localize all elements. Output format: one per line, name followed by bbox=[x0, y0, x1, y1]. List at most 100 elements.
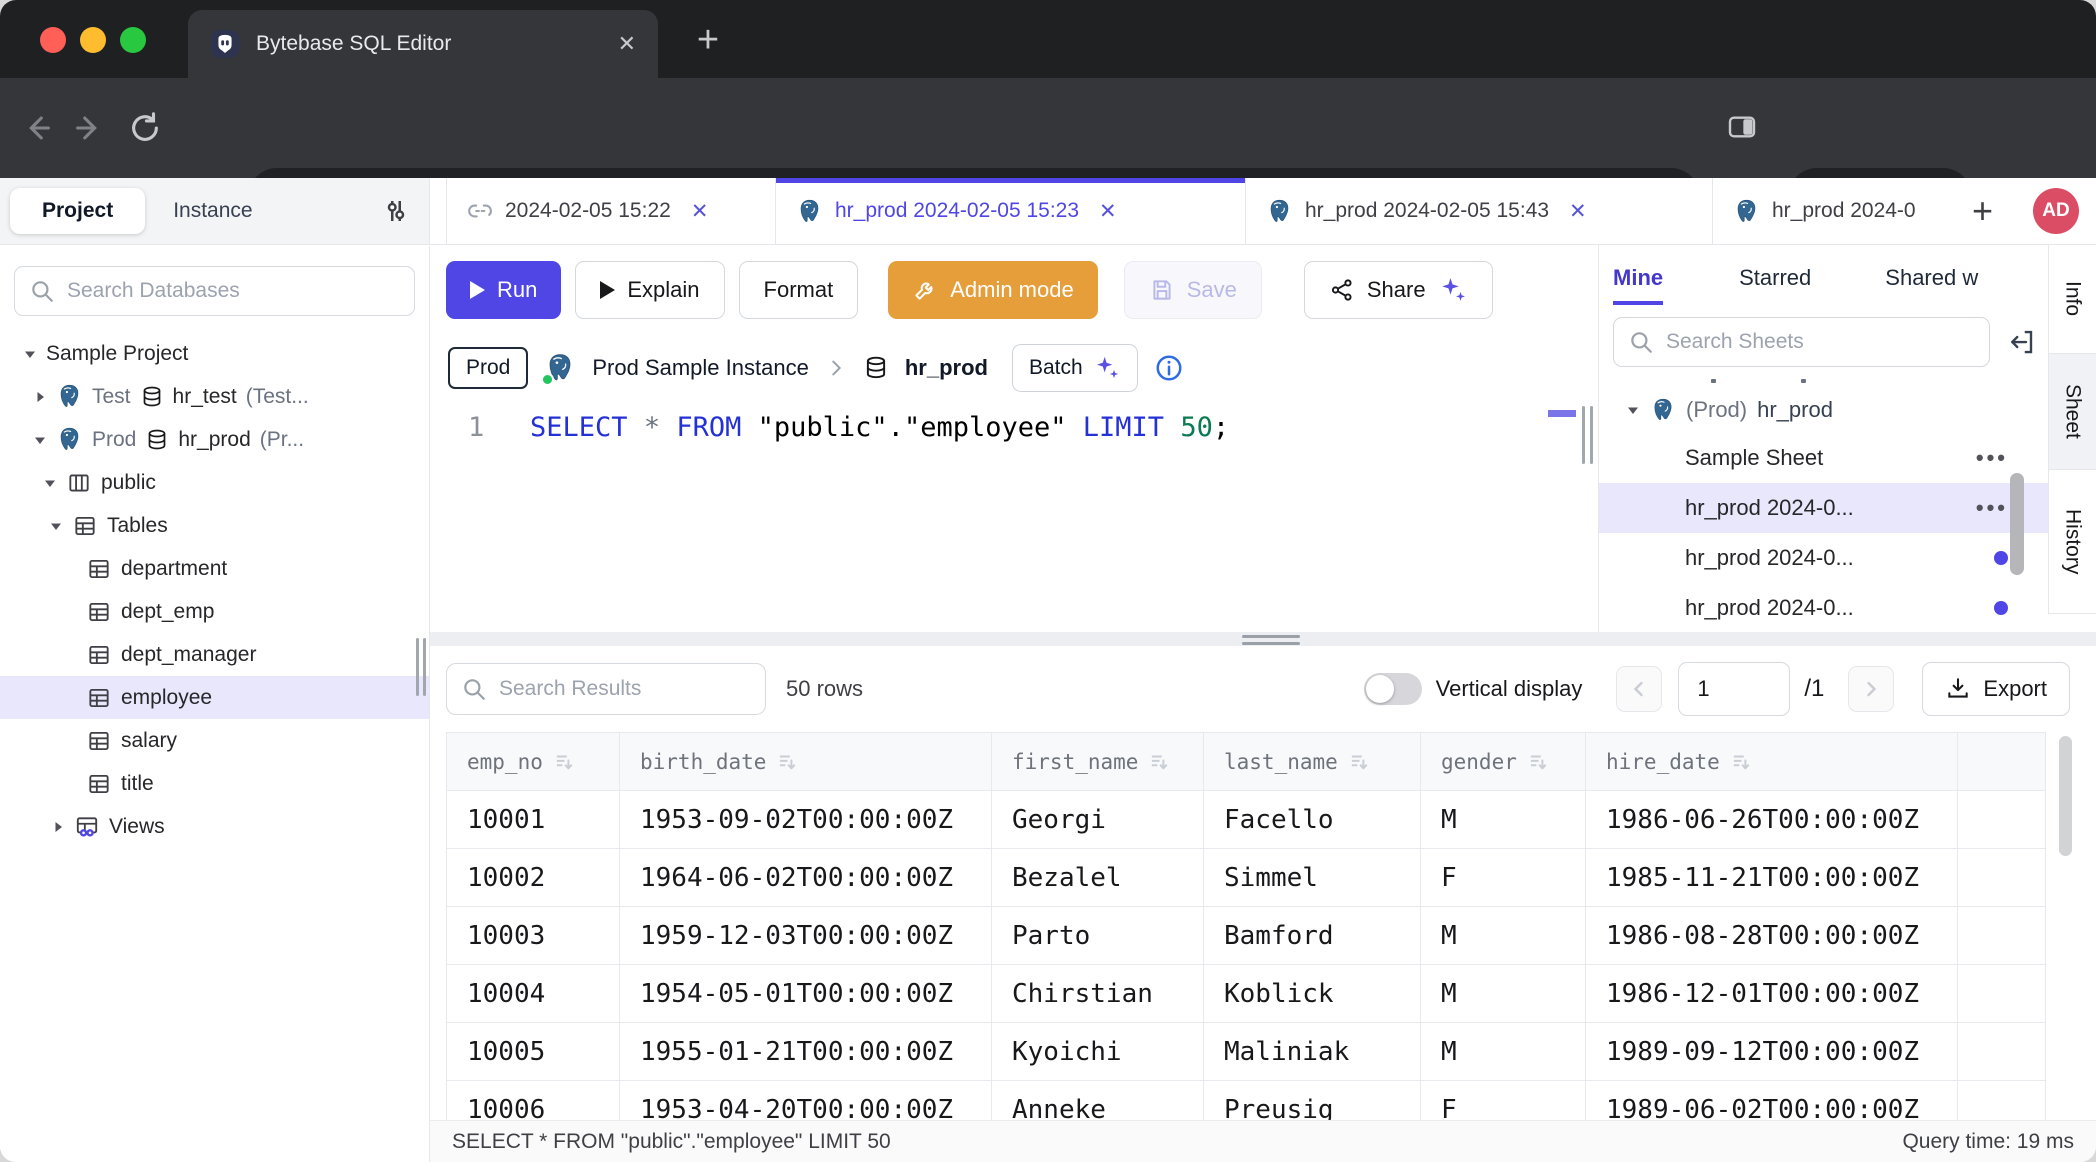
caret-right-icon[interactable] bbox=[50, 820, 65, 834]
caret-right-icon[interactable] bbox=[32, 390, 47, 404]
format-button[interactable]: Format bbox=[739, 261, 859, 319]
sheet-tab-4[interactable]: hr_prod 2024-0 bbox=[1713, 178, 1956, 244]
tab-info[interactable]: Info bbox=[2048, 244, 2096, 354]
column-header-first-name[interactable]: first_name bbox=[992, 733, 1204, 790]
user-avatar[interactable]: AD bbox=[2033, 188, 2079, 234]
sheet-tab-2-active[interactable]: hr_prod 2024-02-05 15:23 ✕ bbox=[776, 178, 1246, 244]
caret-down-icon[interactable] bbox=[32, 433, 47, 447]
sheet-tab-3[interactable]: hr_prod 2024-02-05 15:43 ✕ bbox=[1246, 178, 1713, 244]
close-tab-icon[interactable]: ✕ bbox=[1099, 199, 1117, 224]
column-header-last-name[interactable]: last_name bbox=[1204, 733, 1421, 790]
minimize-window-button[interactable] bbox=[80, 27, 106, 53]
sort-icon[interactable] bbox=[1730, 751, 1752, 773]
tree-item-hr-prod[interactable]: Prod hr_prod (Pr... bbox=[0, 418, 429, 461]
browser-tab-close-icon[interactable]: ✕ bbox=[618, 31, 636, 57]
caret-down-icon[interactable] bbox=[1625, 403, 1640, 417]
results-search[interactable] bbox=[446, 663, 766, 715]
tree-item-table-employee[interactable]: employee bbox=[0, 676, 429, 719]
sort-icon[interactable] bbox=[1348, 751, 1370, 773]
tree-item-table-salary[interactable]: salary bbox=[0, 719, 429, 762]
next-page-button[interactable] bbox=[1848, 666, 1894, 712]
caret-down-icon[interactable] bbox=[42, 476, 57, 490]
close-tab-icon[interactable]: ✕ bbox=[1569, 199, 1587, 224]
table-row[interactable]: 10002 1964-06-02T00:00:00Z Bezalel Simme… bbox=[447, 849, 2045, 907]
tree-item-table-dept-manager[interactable]: dept_manager bbox=[0, 633, 429, 676]
tab-mine[interactable]: Mine bbox=[1613, 265, 1663, 305]
sort-icon[interactable] bbox=[1148, 751, 1170, 773]
run-button[interactable]: Run bbox=[446, 261, 561, 319]
database-search[interactable] bbox=[14, 266, 415, 316]
tab-project[interactable]: Project bbox=[10, 188, 145, 234]
tab-shared[interactable]: Shared w bbox=[1885, 265, 1978, 305]
tree-item-schema-public[interactable]: public bbox=[0, 461, 429, 504]
browser-tab[interactable]: Bytebase SQL Editor ✕ bbox=[188, 10, 658, 78]
save-button[interactable]: Save bbox=[1124, 261, 1262, 319]
tree-item-table-title[interactable]: title bbox=[0, 762, 429, 805]
connection-info-icon[interactable] bbox=[1154, 353, 1184, 383]
close-window-button[interactable] bbox=[40, 27, 66, 53]
tab-instance[interactable]: Instance bbox=[145, 188, 280, 234]
export-button[interactable]: Export bbox=[1922, 662, 2070, 716]
tree-item-hr-test[interactable]: Test hr_test (Test... bbox=[0, 375, 429, 418]
tree-item-project[interactable]: Sample Project bbox=[0, 332, 429, 375]
sheet-list-scrollbar[interactable] bbox=[2010, 473, 2024, 575]
database-name[interactable]: hr_prod bbox=[905, 355, 988, 381]
reload-icon[interactable] bbox=[128, 111, 162, 145]
sort-icon[interactable] bbox=[776, 751, 798, 773]
results-search-input[interactable] bbox=[499, 677, 751, 701]
new-browser-tab-button[interactable]: + bbox=[682, 14, 734, 66]
panel-resize-handle[interactable] bbox=[1582, 406, 1593, 464]
instance-name[interactable]: Prod Sample Instance bbox=[592, 355, 808, 381]
share-button[interactable]: Share bbox=[1304, 261, 1493, 319]
new-sheet-tab-button[interactable]: + bbox=[1972, 190, 1993, 232]
sheet-item-unsaved-2[interactable]: hr_prod 2024-0... bbox=[1599, 583, 2048, 632]
table-row[interactable]: 10001 1953-09-02T00:00:00Z Georgi Facell… bbox=[447, 791, 2045, 849]
sheet-search-input[interactable] bbox=[1666, 330, 1975, 354]
prev-page-button[interactable] bbox=[1616, 666, 1662, 712]
page-number-input[interactable] bbox=[1678, 662, 1790, 716]
sheet-item-sample[interactable]: Sample Sheet ••• bbox=[1599, 433, 2048, 483]
sidebar-resize-handle[interactable] bbox=[416, 638, 426, 696]
tab-history[interactable]: History bbox=[2048, 470, 2096, 614]
results-scrollbar[interactable] bbox=[2059, 736, 2072, 856]
sheet-tab-1[interactable]: 2024-02-05 15:22 ✕ bbox=[446, 178, 776, 244]
close-tab-icon[interactable]: ✕ bbox=[691, 199, 709, 224]
column-header-birth-date[interactable]: birth_date bbox=[620, 733, 992, 790]
caret-down-icon[interactable] bbox=[22, 347, 37, 361]
table-row[interactable]: 10006 1953-04-20T00:00:00Z Anneke Preusi… bbox=[447, 1081, 2045, 1120]
caret-down-icon[interactable] bbox=[48, 519, 63, 533]
vertical-display-toggle[interactable] bbox=[1364, 673, 1422, 705]
database-search-input[interactable] bbox=[67, 279, 400, 303]
explain-button[interactable]: Explain bbox=[575, 261, 724, 319]
horizontal-splitter[interactable] bbox=[430, 632, 2096, 646]
filter-sliders-icon[interactable] bbox=[381, 196, 411, 226]
column-header-emp-no[interactable]: emp_no bbox=[447, 733, 620, 790]
admin-mode-button[interactable]: Admin mode bbox=[888, 261, 1098, 319]
import-sheet-icon[interactable] bbox=[2006, 327, 2036, 357]
batch-button[interactable]: Batch bbox=[1012, 344, 1138, 392]
editor-minimap[interactable] bbox=[1548, 402, 1578, 626]
sort-icon[interactable] bbox=[553, 751, 575, 773]
table-row[interactable]: 10005 1955-01-21T00:00:00Z Kyoichi Malin… bbox=[447, 1023, 2045, 1081]
more-menu-icon[interactable]: ••• bbox=[1976, 495, 2008, 521]
tree-item-views-group[interactable]: Views bbox=[0, 805, 429, 848]
sheet-item-unsaved-1[interactable]: hr_prod 2024-0... bbox=[1599, 533, 2048, 583]
tree-item-table-department[interactable]: department bbox=[0, 547, 429, 590]
sheet-search[interactable] bbox=[1613, 317, 1990, 367]
back-icon[interactable] bbox=[20, 111, 54, 145]
column-header-hire-date[interactable]: hire_date bbox=[1586, 733, 1958, 790]
tab-sheet[interactable]: Sheet bbox=[2048, 354, 2096, 470]
sheet-item-selected[interactable]: hr_prod 2024-0... ••• bbox=[1599, 483, 2048, 533]
sort-icon[interactable] bbox=[1527, 751, 1549, 773]
tree-item-table-dept-emp[interactable]: dept_emp bbox=[0, 590, 429, 633]
sql-code-editor[interactable]: 1 SELECT * FROM "public"."employee" LIMI… bbox=[430, 400, 1598, 632]
forward-icon[interactable] bbox=[72, 111, 106, 145]
table-row[interactable]: 10004 1954-05-01T00:00:00Z Chirstian Kob… bbox=[447, 965, 2045, 1023]
fullscreen-window-button[interactable] bbox=[120, 27, 146, 53]
table-row[interactable]: 10003 1959-12-03T00:00:00Z Parto Bamford… bbox=[447, 907, 2045, 965]
sheet-group-hr-prod[interactable]: (Prod) hr_prod bbox=[1599, 387, 2048, 433]
side-panel-icon[interactable] bbox=[1726, 111, 1760, 145]
more-menu-icon[interactable]: ••• bbox=[1976, 445, 2008, 471]
column-header-gender[interactable]: gender bbox=[1421, 733, 1586, 790]
tree-item-tables-group[interactable]: Tables bbox=[0, 504, 429, 547]
